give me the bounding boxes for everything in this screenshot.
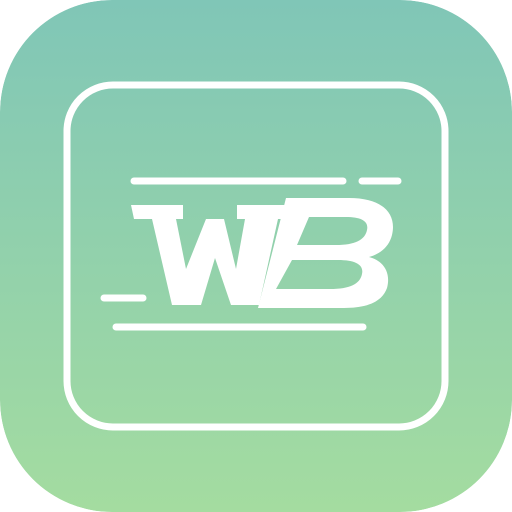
app-icon[interactable] [0, 0, 512, 512]
app-icon-graphic [0, 0, 512, 512]
